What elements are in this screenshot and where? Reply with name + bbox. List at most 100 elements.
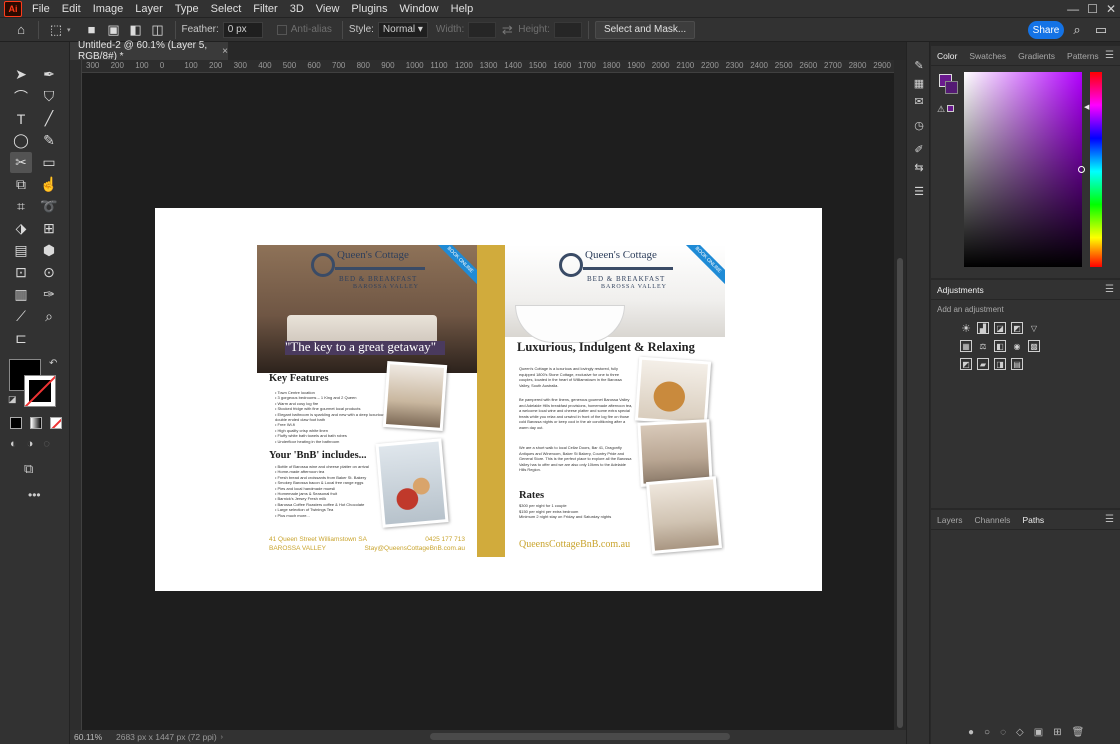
panel-menu-icon[interactable]: ☰ (1105, 50, 1114, 61)
color-picker-ring[interactable] (1078, 166, 1085, 173)
selective-color-icon[interactable]: ▤ (1011, 358, 1023, 370)
menu-view[interactable]: View (310, 3, 346, 15)
brightness-icon[interactable]: ☀ (960, 322, 972, 335)
tab-channels[interactable]: Channels (969, 515, 1017, 525)
search-icon[interactable]: ⌕ (1066, 20, 1088, 40)
horizontal-scrollbar[interactable] (430, 733, 730, 740)
properties-icon[interactable]: ⇆ (907, 158, 931, 176)
vertical-ruler[interactable] (70, 60, 82, 730)
transform-tool-icon[interactable]: ⧉ (10, 174, 32, 195)
rectangle-tool-icon[interactable]: ▭ (38, 152, 60, 173)
move-tool-icon[interactable]: ➤ (10, 64, 32, 85)
brush-tool-icon[interactable]: ✎ (38, 130, 60, 151)
menu-file[interactable]: File (26, 3, 56, 15)
eyedropper-icon[interactable]: ⟋ (10, 306, 32, 327)
menu-window[interactable]: Window (394, 3, 445, 15)
panel-menu-icon[interactable]: ☰ (1105, 514, 1114, 525)
gradient-tool-icon[interactable]: ▤ (10, 240, 32, 261)
draw-behind-icon[interactable]: ◑ (27, 438, 34, 450)
perspective-tool-icon[interactable]: ⬗ (10, 218, 32, 239)
share-button[interactable]: Share (1028, 21, 1064, 39)
lasso-tool-icon[interactable]: ➰ (38, 196, 60, 217)
channel-mixer-icon[interactable]: ▩ (1028, 340, 1040, 352)
home-icon[interactable]: ⌂ (10, 20, 32, 40)
default-colors-icon[interactable]: ◪ (8, 394, 17, 405)
style-select[interactable]: Normal ▾ (377, 21, 428, 38)
color-icon[interactable] (10, 417, 22, 429)
gradient-map-icon[interactable]: ▽ (1028, 322, 1040, 334)
workspace-icon[interactable]: ▭ (1090, 20, 1112, 40)
line-tool-icon[interactable]: ╱ (38, 108, 60, 129)
background-color-swatch[interactable] (945, 81, 958, 94)
menu-select[interactable]: Select (205, 3, 248, 15)
photo-filter-icon[interactable]: ◉ (1011, 340, 1023, 352)
tab-color[interactable]: Color (931, 51, 963, 61)
select-and-mask-button[interactable]: Select and Mask... (594, 20, 696, 39)
menu-image[interactable]: Image (87, 3, 130, 15)
dropper-tool-icon[interactable]: ✑ (38, 284, 60, 305)
close-window-icon[interactable]: ✕ (1106, 2, 1116, 16)
menu-layer[interactable]: Layer (129, 3, 169, 15)
levels-icon[interactable]: ▟ (977, 322, 989, 334)
invert-icon[interactable]: ◩ (960, 358, 972, 370)
hue-sat-icon[interactable]: ⚖ (977, 340, 989, 352)
adjust-sliders-icon[interactable]: ☰ (907, 182, 931, 200)
swap-icon[interactable]: ⇄ (496, 20, 518, 40)
document-tab[interactable]: Untitled-2 @ 60.1% (Layer 5, RGB/8#) * × (70, 40, 228, 62)
threshold-icon[interactable]: ◨ (994, 358, 1006, 370)
warp-tool-icon[interactable]: ⊞ (38, 218, 60, 239)
menu-plugins[interactable]: Plugins (345, 3, 393, 15)
history-icon[interactable]: ◷ (907, 116, 931, 134)
hue-slider[interactable] (1090, 72, 1102, 267)
tab-layers[interactable]: Layers (931, 515, 969, 525)
chevron-down-icon[interactable]: ▾ (67, 26, 71, 34)
menu-help[interactable]: Help (445, 3, 480, 15)
scroll-thumb[interactable] (897, 258, 903, 728)
none-icon[interactable] (50, 417, 62, 429)
tab-swatches[interactable]: Swatches (963, 51, 1012, 61)
minimize-icon[interactable]: — (1067, 2, 1079, 16)
menu-type[interactable]: Type (169, 3, 205, 15)
curves-icon[interactable]: ◪ (994, 322, 1006, 334)
tab-adjustments[interactable]: Adjustments (931, 285, 990, 295)
shape-builder-icon[interactable]: ⬢ (38, 240, 60, 261)
tab-gradients[interactable]: Gradients (1012, 51, 1061, 61)
menu-edit[interactable]: Edit (56, 3, 87, 15)
delete-icon[interactable]: 🗑 (1072, 727, 1085, 738)
new-path-icon[interactable]: ⊞ (1053, 727, 1061, 738)
menu-filter[interactable]: Filter (247, 3, 283, 15)
status-menu-icon[interactable]: › (221, 734, 223, 741)
tab-patterns[interactable]: Patterns (1061, 51, 1105, 61)
warning-icon[interactable]: ⚠ (937, 104, 945, 115)
vibrance-icon[interactable]: ▦ (960, 340, 972, 352)
fill-path-icon[interactable]: ● (968, 727, 974, 738)
height-input[interactable] (553, 21, 582, 38)
zoom-tool-icon[interactable]: ⌕ (38, 306, 60, 327)
exposure-icon[interactable]: ◩ (1011, 322, 1023, 334)
graph-tool-icon[interactable]: ▥ (10, 284, 32, 305)
stroke-path-icon[interactable]: ○ (984, 727, 990, 738)
artboard[interactable]: Queen's Cottage BED & BREAKFAST BAROSSA … (155, 208, 822, 591)
color-balance-icon[interactable]: ◧ (994, 340, 1006, 352)
brush-settings-icon[interactable]: ✐ (907, 140, 931, 158)
new-selection-icon[interactable]: ■ (81, 20, 103, 40)
add-mask-icon[interactable]: ▣ (1034, 727, 1043, 738)
camera-tool-icon[interactable]: ⊙ (38, 262, 60, 283)
posterize-icon[interactable]: ▰ (977, 358, 989, 370)
draw-normal-icon[interactable]: ◐ (10, 438, 17, 450)
ellipse-tool-icon[interactable]: ◯ (10, 130, 32, 151)
add-selection-icon[interactable]: ▣ (103, 20, 125, 40)
color-field[interactable] (964, 72, 1082, 267)
feather-input[interactable]: 0 px (222, 21, 263, 38)
smudge-tool-icon[interactable]: ☝ (38, 174, 60, 195)
scissors-tool-icon[interactable]: ✂ (10, 152, 32, 173)
menu-3d[interactable]: 3D (284, 3, 310, 15)
curvature-pen-icon[interactable]: ⌒ (10, 86, 32, 107)
intersect-selection-icon[interactable]: ◫ (147, 20, 169, 40)
zoom-level[interactable]: 60.11% (74, 732, 110, 742)
close-tab-icon[interactable]: × (222, 46, 228, 57)
libraries-icon[interactable]: ▦ (907, 74, 931, 92)
subtract-selection-icon[interactable]: ◧ (125, 20, 147, 40)
stamp-tool-icon[interactable]: ⛉ (38, 86, 60, 107)
draw-inside-icon[interactable]: ◌ (43, 438, 50, 450)
